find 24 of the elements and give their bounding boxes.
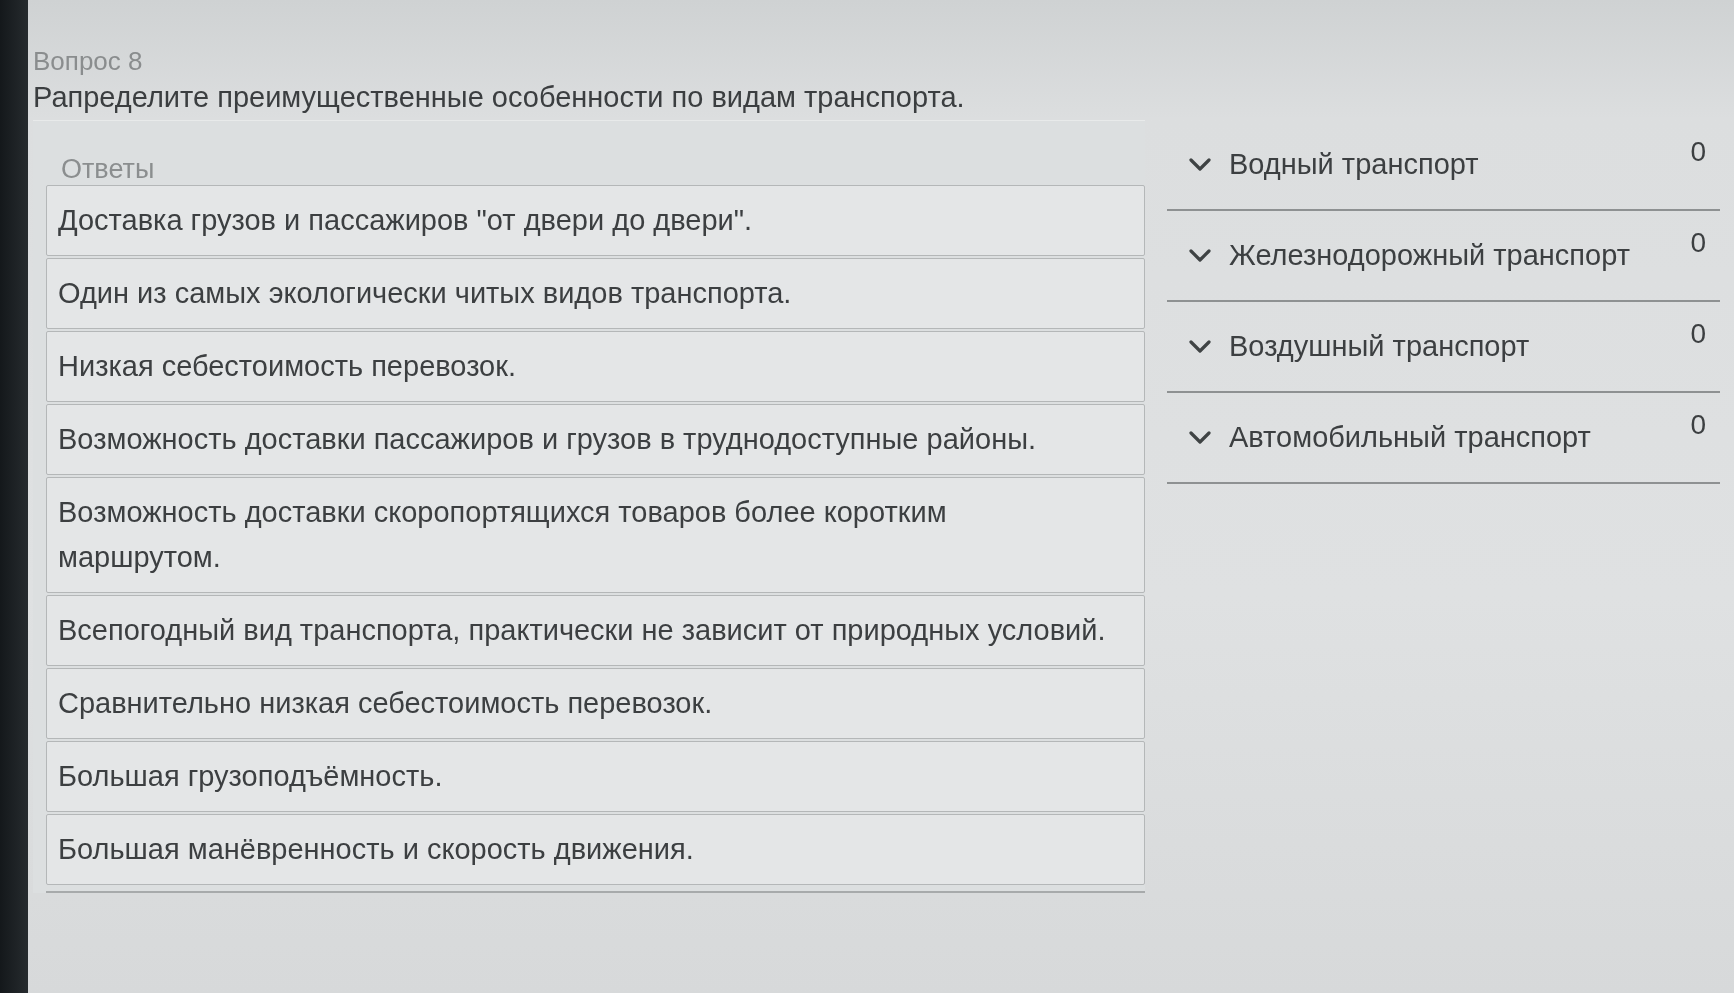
answer-option[interactable]: Возможность доставки пассажиров и грузов в труднодоступные районы. [46,404,1145,475]
answer-option[interactable]: Низкая себестоимость перевозок. [46,331,1145,402]
answer-option[interactable]: Большая грузоподъёмность. [46,741,1145,812]
answer-option[interactable]: Доставка грузов и пассажиров "от двери до двери". [46,185,1145,256]
category-title: Железнодорожный транспорт [1229,239,1631,272]
category-row[interactable]: Водный транспорт 0 [1167,120,1720,211]
category-title: Воздушный транспорт [1229,330,1531,363]
answer-option[interactable]: Один из самых экологически читых видов транспорта. [46,258,1145,329]
category-count: 0 [1690,227,1706,259]
question-text: Рапределите преимущественные особенности по видам транспорта. [33,80,966,115]
category-count: 0 [1690,136,1706,168]
answer-option[interactable]: Возможность доставки скоропортящихся товаров более коротким маршрутом. [46,477,1145,593]
category-row[interactable]: Воздушный транспорт 0 [1167,302,1720,393]
category-title: Водный транспорт [1229,148,1480,181]
category-title: Автомобильный транспорт [1229,421,1592,454]
category-row[interactable]: Железнодорожный транспорт 0 [1167,211,1720,302]
category-row[interactable]: Автомобильный транспорт 0 [1167,393,1720,484]
answer-option[interactable]: Сравнительно низкая себестоимость перевозок. [46,668,1145,739]
answers-heading: Ответы [60,153,156,185]
question-number: Вопрос 8 [33,46,144,76]
category-count: 0 [1690,409,1706,441]
answer-option[interactable]: Всепогодный вид транспорта, практически не зависит от природных условий. [46,595,1145,666]
category-count: 0 [1690,318,1706,350]
answer-option[interactable]: Большая манёвренность и скорость движения. [46,814,1145,885]
